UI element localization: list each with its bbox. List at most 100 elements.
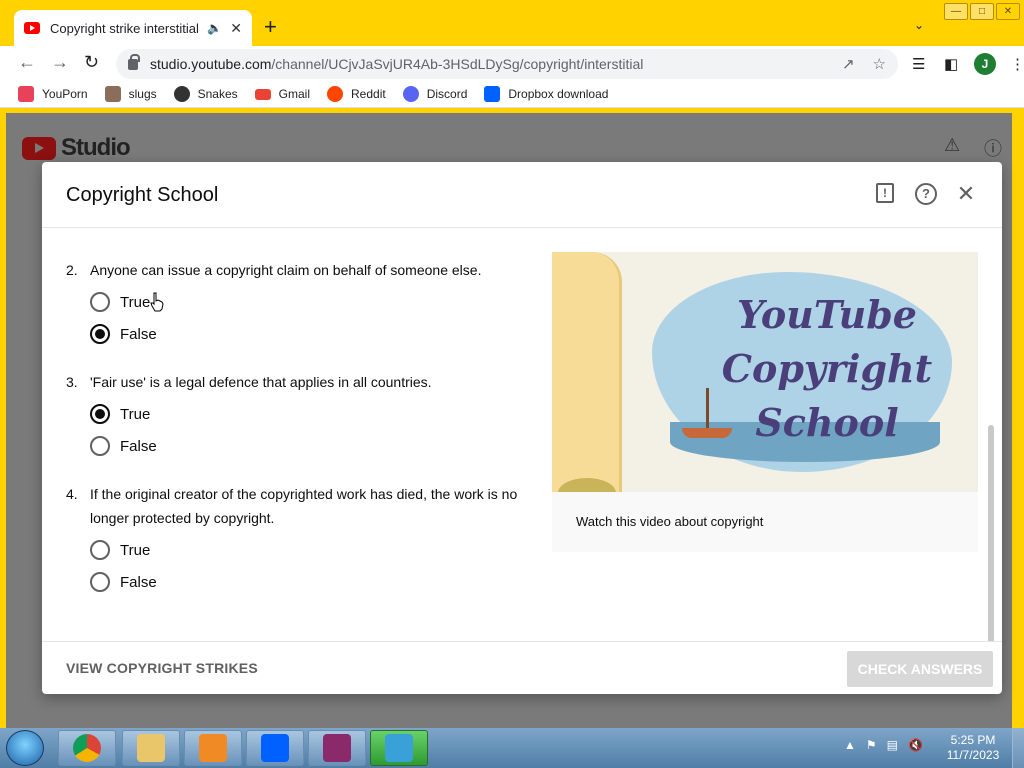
dialog-title: Copyright School xyxy=(66,184,219,206)
studio-logo-text: Studio xyxy=(61,134,131,161)
video-caption[interactable]: Watch this video about copyright xyxy=(576,514,763,529)
browser-toolbar: ← → ↻ studio.youtube.com/channel/UCjvJaS… xyxy=(0,46,1024,81)
option-false[interactable]: False xyxy=(90,430,536,462)
back-arrow-icon[interactable]: ← xyxy=(18,52,36,73)
bookmark-favicon-icon xyxy=(18,86,34,102)
youtube-logo-icon xyxy=(22,136,56,160)
bookmarks-bar: YouPorn slugs Snakes Gmail Reddit Discor… xyxy=(0,81,1024,108)
studio-logo[interactable]: Studio xyxy=(22,134,131,162)
bookmark-dropbox-download[interactable]: Dropbox download xyxy=(484,86,608,102)
winrar-icon xyxy=(323,734,351,762)
option-label: True xyxy=(120,405,151,423)
radio-button-selected[interactable] xyxy=(90,324,110,344)
thumbnail-text-line: YouTube xyxy=(737,292,917,337)
option-label: False xyxy=(120,325,157,343)
taskbar-winrar[interactable] xyxy=(308,730,366,766)
bookmark-youporn[interactable]: YouPorn xyxy=(18,86,88,102)
volume-muted-icon[interactable]: 🔇 xyxy=(908,738,923,752)
media-player-icon xyxy=(199,734,227,762)
start-button[interactable] xyxy=(6,730,44,766)
taskbar-media-player[interactable] xyxy=(184,730,242,766)
youtube-favicon-icon xyxy=(24,22,40,34)
bookmark-favicon-icon xyxy=(104,86,121,102)
dropbox-icon xyxy=(484,86,501,102)
dialog-scrollbar[interactable] xyxy=(988,425,994,641)
quiz-question-4: 4. If the original creator of the copyri… xyxy=(66,482,536,598)
bookmark-reddit[interactable]: Reddit xyxy=(327,86,386,102)
taskbar-file-explorer[interactable] xyxy=(122,730,180,766)
close-window-button[interactable]: ✕ xyxy=(996,3,1020,20)
taskbar-active-app[interactable] xyxy=(370,730,428,766)
maximize-button[interactable]: □ xyxy=(970,3,994,20)
video-card[interactable]: YouTube Copyright School Watch this vide… xyxy=(552,252,978,552)
bookmark-slugs[interactable]: slugs xyxy=(104,86,157,102)
clock-time: 5:25 PM xyxy=(950,733,996,747)
bookmark-gmail[interactable]: Gmail xyxy=(254,87,310,101)
help-icon[interactable]: ⓘ xyxy=(984,135,1002,161)
help-icon[interactable]: ? xyxy=(915,183,937,205)
globe-icon xyxy=(173,86,190,102)
view-copyright-strikes-button[interactable]: VIEW COPYRIGHT STRIKES xyxy=(66,660,258,676)
thumbnail-text-line: School xyxy=(755,400,899,445)
thumbnail-sand-decoration xyxy=(552,252,622,492)
video-thumbnail[interactable]: YouTube Copyright School xyxy=(552,252,978,492)
forward-arrow-icon[interactable]: → xyxy=(51,52,69,73)
tab-title: Copyright strike interstitial - xyxy=(50,20,200,36)
radio-button[interactable] xyxy=(90,436,110,456)
quiz-question-2: 2. Anyone can issue a copyright claim on… xyxy=(66,258,536,350)
tab-search-chevron-icon[interactable]: ⌄ xyxy=(914,18,924,32)
bookmark-snakes[interactable]: Snakes xyxy=(173,86,238,102)
discord-icon xyxy=(402,86,419,102)
media-control-icon[interactable]: ☰ xyxy=(912,55,925,73)
copyright-school-dialog: Copyright School ! ? ✕ 2. Anyone can iss… xyxy=(42,162,1002,694)
url-host: studio.youtube.com xyxy=(150,56,272,72)
reload-icon[interactable]: ↻ xyxy=(84,52,99,73)
thumbnail-title: YouTube Copyright School xyxy=(692,288,962,450)
thumbnail-text-line: Copyright xyxy=(721,346,933,391)
tray-expand-icon[interactable]: ▲ xyxy=(844,738,856,752)
browser-window: Copyright strike interstitial - 🔈 ✕ + ⌄ … xyxy=(0,0,1024,768)
close-icon[interactable]: ✕ xyxy=(955,183,977,205)
show-desktop-button[interactable] xyxy=(1012,728,1024,768)
download-app-icon xyxy=(385,734,413,762)
radio-button[interactable] xyxy=(90,292,110,312)
url-text[interactable]: studio.youtube.com/channel/UCjvJaSvjUR4A… xyxy=(150,56,824,72)
option-false[interactable]: False xyxy=(90,566,536,598)
profile-avatar[interactable]: J xyxy=(974,53,996,75)
feedback-icon[interactable]: ⚠ xyxy=(944,135,960,156)
new-tab-button[interactable]: + xyxy=(264,14,277,40)
question-text: 4. If the original creator of the copyri… xyxy=(66,482,536,530)
lock-icon[interactable] xyxy=(128,53,140,70)
bookmark-label: slugs xyxy=(128,87,157,101)
question-label: If the original creator of the copyright… xyxy=(90,486,518,526)
action-center-flag-icon[interactable]: ⚑ xyxy=(866,738,877,752)
browser-menu-icon[interactable]: ⋮ xyxy=(1010,55,1024,73)
url-path: /channel/UCjvJaSvjUR4Ab-3HSdLDySg/copyri… xyxy=(271,56,644,72)
option-false[interactable]: False xyxy=(90,318,536,350)
side-panel-icon[interactable]: ◧ xyxy=(944,55,958,73)
taskbar-chrome[interactable] xyxy=(58,730,116,766)
hand-cursor-icon xyxy=(150,292,164,312)
dropbox-icon xyxy=(261,734,289,762)
minimize-button[interactable]: — xyxy=(944,3,968,20)
dialog-footer: VIEW COPYRIGHT STRIKES CHECK ANSWERS xyxy=(42,641,1002,694)
share-icon[interactable]: ↗ xyxy=(842,55,855,73)
radio-button[interactable] xyxy=(90,572,110,592)
radio-button[interactable] xyxy=(90,540,110,560)
taskbar-clock[interactable]: 5:25 PM 11/7/2023 xyxy=(940,733,1006,763)
network-icon[interactable]: ▤ xyxy=(887,738,898,752)
bookmark-discord[interactable]: Discord xyxy=(402,86,467,102)
browser-tab[interactable]: Copyright strike interstitial - 🔈 ✕ xyxy=(14,10,252,46)
tab-close-icon[interactable]: ✕ xyxy=(230,20,242,37)
address-bar[interactable]: studio.youtube.com/channel/UCjvJaSvjUR4A… xyxy=(116,49,898,79)
option-true[interactable]: True xyxy=(90,534,536,566)
speaker-icon[interactable]: 🔈 xyxy=(207,21,222,35)
radio-button-selected[interactable] xyxy=(90,404,110,424)
option-true[interactable]: True xyxy=(90,398,536,430)
check-answers-button[interactable]: CHECK ANSWERS xyxy=(847,651,993,687)
feedback-icon[interactable]: ! xyxy=(876,183,894,203)
option-label: True xyxy=(120,541,151,559)
option-label: False xyxy=(120,573,157,591)
bookmark-star-icon[interactable]: ☆ xyxy=(873,55,886,73)
taskbar-dropbox[interactable] xyxy=(246,730,304,766)
